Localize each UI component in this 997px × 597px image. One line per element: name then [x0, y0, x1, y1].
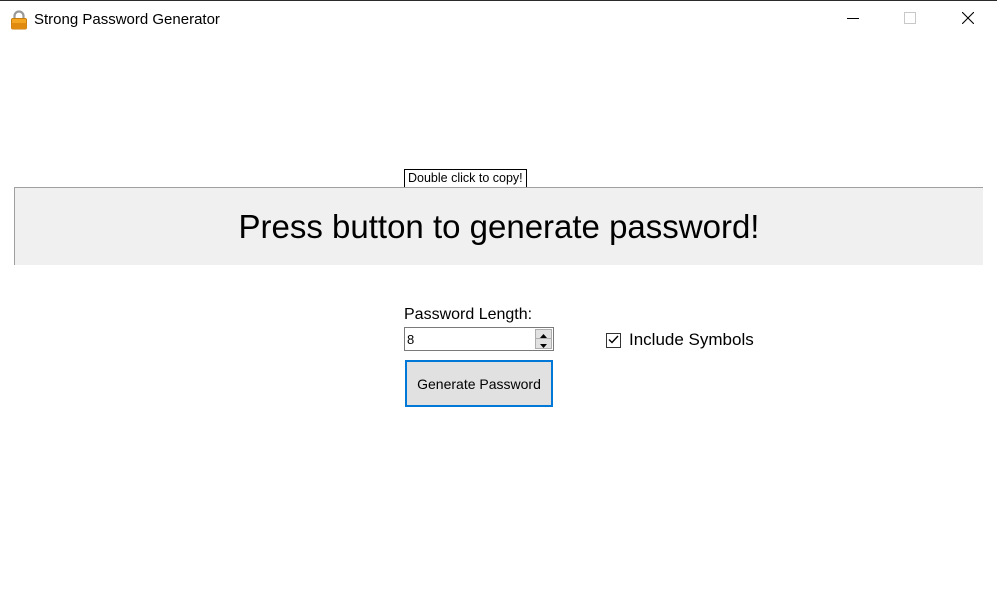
minimize-icon: [847, 11, 859, 29]
include-symbols-label: Include Symbols: [629, 330, 754, 349]
app-window: Strong Password Generator Double click t…: [0, 0, 997, 597]
copy-hint-label: Double click to copy!: [404, 169, 527, 188]
maximize-icon: [904, 11, 916, 29]
decrement-button[interactable]: [535, 339, 552, 349]
spin-buttons: [535, 329, 552, 349]
close-icon: [961, 11, 975, 29]
minimize-button[interactable]: [824, 1, 882, 39]
arrow-down-icon: [540, 335, 547, 353]
password-length-input[interactable]: [405, 328, 535, 350]
password-length-stepper[interactable]: [404, 327, 554, 351]
include-symbols-checkbox[interactable]: [606, 331, 621, 349]
include-symbols-option[interactable]: Include Symbols: [606, 330, 754, 350]
generate-password-button[interactable]: Generate Password: [405, 360, 553, 407]
window-title: Strong Password Generator: [34, 11, 220, 28]
maximize-button: [881, 1, 939, 39]
password-length-label: Password Length:: [404, 306, 533, 323]
lock-icon: [10, 10, 28, 30]
checkmark-icon: [608, 331, 619, 349]
title-bar[interactable]: Strong Password Generator: [0, 1, 997, 39]
close-button[interactable]: [939, 1, 997, 39]
password-display[interactable]: Press button to generate password!: [14, 187, 983, 265]
